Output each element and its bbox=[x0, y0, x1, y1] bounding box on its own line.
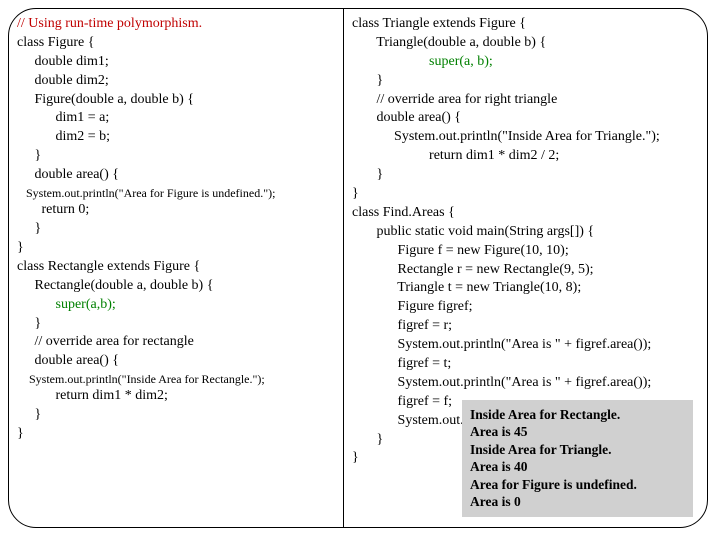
code-line: class Rectangle extends Figure { bbox=[17, 258, 335, 277]
output-line: Area for Figure is undefined. bbox=[470, 476, 685, 494]
code-line: } bbox=[17, 425, 335, 444]
code-line: class Find.Areas { bbox=[352, 204, 699, 223]
code-line: super(a,b); bbox=[17, 296, 335, 315]
code-line: System.out.println("Area for Figure is u… bbox=[17, 185, 335, 201]
code-line: System.out.println("Inside Area for Rect… bbox=[17, 371, 335, 387]
code-line: class Triangle extends Figure { bbox=[352, 15, 699, 34]
code-line: } bbox=[352, 185, 699, 204]
code-line: } bbox=[352, 72, 699, 91]
code-line: super(a, b); bbox=[352, 53, 699, 72]
code-line: Triangle(double a, double b) { bbox=[352, 34, 699, 53]
code-line: Rectangle(double a, double b) { bbox=[17, 277, 335, 296]
code-line: } bbox=[352, 166, 699, 185]
code-line: // override area for rectangle bbox=[17, 333, 335, 352]
slide-frame: // Using run-time polymorphism. class Fi… bbox=[8, 8, 708, 528]
output-box: Inside Area for Rectangle. Area is 45 In… bbox=[462, 400, 693, 517]
code-line: class Figure { bbox=[17, 34, 335, 53]
code-line: Figure f = new Figure(10, 10); bbox=[352, 242, 699, 261]
code-line: } bbox=[17, 220, 335, 239]
left-column: // Using run-time polymorphism. class Fi… bbox=[9, 9, 344, 527]
code-line: } bbox=[17, 147, 335, 166]
output-line: Inside Area for Triangle. bbox=[470, 441, 685, 459]
code-line: System.out.println("Area is " + figref.a… bbox=[352, 374, 699, 393]
code-line: double area() { bbox=[17, 352, 335, 371]
code-line: Figure(double a, double b) { bbox=[17, 91, 335, 110]
code-line: } bbox=[17, 239, 335, 258]
code-line: figref = r; bbox=[352, 317, 699, 336]
code-line: double area() { bbox=[352, 109, 699, 128]
output-line: Area is 0 bbox=[470, 493, 685, 511]
code-line: // override area for right triangle bbox=[352, 91, 699, 110]
code-line: dim1 = a; bbox=[17, 109, 335, 128]
code-line: Rectangle r = new Rectangle(9, 5); bbox=[352, 261, 699, 280]
code-line: public static void main(String args[]) { bbox=[352, 223, 699, 242]
code-line: } bbox=[17, 406, 335, 425]
code-line: Figure figref; bbox=[352, 298, 699, 317]
code-line: System.out.println("Inside Area for Tria… bbox=[352, 128, 699, 147]
code-line: double dim2; bbox=[17, 72, 335, 91]
code-line: return 0; bbox=[17, 201, 335, 220]
code-line: dim2 = b; bbox=[17, 128, 335, 147]
output-line: Area is 40 bbox=[470, 458, 685, 476]
output-line: Inside Area for Rectangle. bbox=[470, 406, 685, 424]
code-line: // Using run-time polymorphism. bbox=[17, 15, 335, 34]
code-line: figref = t; bbox=[352, 355, 699, 374]
code-line: Triangle t = new Triangle(10, 8); bbox=[352, 279, 699, 298]
output-line: Area is 45 bbox=[470, 423, 685, 441]
code-line: double dim1; bbox=[17, 53, 335, 72]
code-line: return dim1 * dim2; bbox=[17, 387, 335, 406]
code-line: System.out.println("Area is " + figref.a… bbox=[352, 336, 699, 355]
code-line: double area() { bbox=[17, 166, 335, 185]
code-line: } bbox=[17, 315, 335, 334]
code-line: return dim1 * dim2 / 2; bbox=[352, 147, 699, 166]
